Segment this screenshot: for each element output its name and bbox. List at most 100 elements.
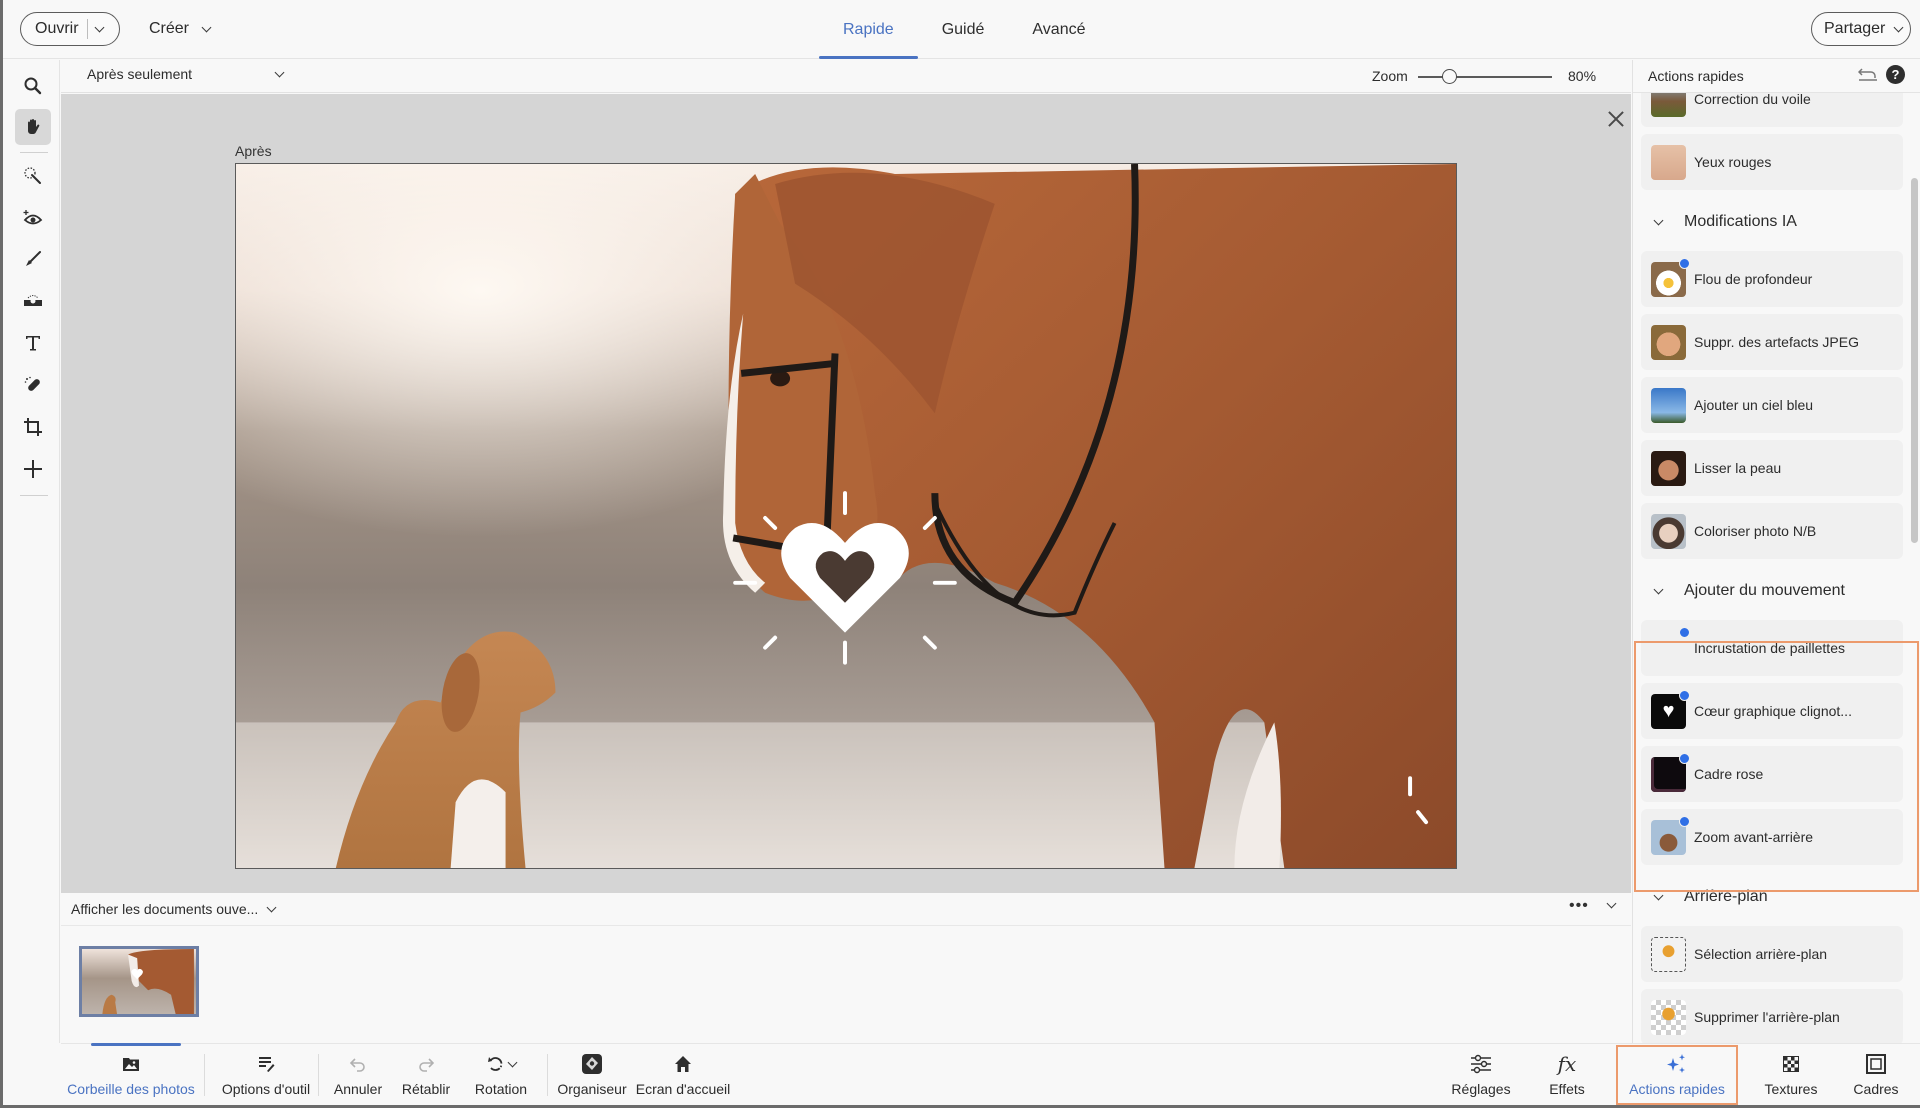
reset-icon[interactable] <box>1858 66 1878 82</box>
quick-action-sparkle-overlay[interactable]: Incrustation de paillettes <box>1641 620 1903 676</box>
quick-action-remove-background[interactable]: Supprimer l'arrière-plan <box>1641 989 1903 1043</box>
undo-button[interactable]: Annuler <box>328 1044 388 1106</box>
sliders-icon <box>1471 1054 1491 1074</box>
rotate-button[interactable]: Rotation <box>466 1044 536 1106</box>
quick-action-select-background[interactable]: Sélection arrière-plan <box>1641 926 1903 982</box>
quick-action-red-eye[interactable]: Yeux rouges <box>1641 134 1903 190</box>
bird-transparent-thumbnail <box>1651 999 1686 1035</box>
photoshop-elements-window: Ouvrir Créer Rapide Guidé Avancé Partage… <box>0 0 1920 1108</box>
bird-selection-thumbnail <box>1651 936 1686 972</box>
more-options-icon[interactable]: ••• <box>1569 897 1589 915</box>
spot-healing-tool[interactable] <box>15 367 51 403</box>
home-screen-button[interactable]: Ecran d'accueil <box>634 1044 732 1106</box>
whiten-teeth-tool[interactable] <box>15 241 51 277</box>
new-badge <box>1679 815 1690 827</box>
zoom-slider[interactable] <box>1418 69 1552 84</box>
view-options-bar: Après seulement Zoom 80% <box>61 60 1631 93</box>
chevron-down-icon[interactable] <box>94 22 105 32</box>
document-thumbnail[interactable] <box>79 946 199 1017</box>
tool-options-icon <box>259 1057 275 1072</box>
new-badge <box>1679 626 1690 638</box>
tab-rapide[interactable]: Rapide <box>819 0 918 59</box>
red-eye-tool[interactable] <box>15 200 51 236</box>
section-background[interactable]: Arrière-plan <box>1633 877 1903 917</box>
chevron-down-icon <box>1653 890 1664 900</box>
create-menu[interactable]: Créer <box>149 14 212 44</box>
section-ai-edits[interactable]: Modifications IA <box>1633 202 1903 242</box>
pink-frame-thumbnail <box>1651 752 1690 792</box>
hand-tool[interactable] <box>15 109 51 145</box>
quick-action-depth-blur[interactable]: Flou de profondeur <box>1641 251 1903 307</box>
chevron-down-icon[interactable] <box>507 1057 517 1067</box>
effects-button[interactable]: fx Effets <box>1537 1044 1597 1106</box>
straighten-tool[interactable] <box>15 283 51 319</box>
quick-action-label: Ajouter un ciel bleu <box>1694 397 1814 413</box>
quick-selection-tool[interactable] <box>15 158 51 194</box>
image-canvas[interactable]: Après <box>61 94 1631 893</box>
close-icon[interactable] <box>1607 110 1625 128</box>
quick-action-zoom-in-out[interactable]: Zoom avant-arrière <box>1641 809 1903 865</box>
quick-action-label: Yeux rouges <box>1694 154 1772 170</box>
view-label: Après <box>235 143 272 159</box>
frame-icon <box>1866 1054 1886 1074</box>
quick-action-label: Cadre rose <box>1694 766 1764 782</box>
divider <box>318 1054 319 1096</box>
edited-photo[interactable] <box>235 163 1457 869</box>
share-button[interactable]: Partager <box>1811 12 1911 46</box>
quick-action-label: Correction du voile <box>1694 91 1811 107</box>
tool-options-button[interactable]: Options d'outil <box>213 1044 319 1106</box>
quick-action-blue-sky[interactable]: Ajouter un ciel bleu <box>1641 377 1903 433</box>
help-icon[interactable]: ? <box>1886 65 1905 84</box>
photo-bin-button[interactable]: Corbeille des photos <box>66 1043 196 1106</box>
collapse-bin-icon[interactable] <box>1606 898 1617 909</box>
tool-divider <box>20 152 48 153</box>
adjustments-button[interactable]: Réglages <box>1446 1044 1516 1106</box>
vintage-portrait-thumbnail <box>1651 513 1686 549</box>
organizer-label: Organiseur <box>557 1081 627 1097</box>
quick-action-smooth-skin[interactable]: Lisser la peau <box>1641 440 1903 496</box>
new-badge <box>1679 689 1690 701</box>
quick-action-label: Lisser la peau <box>1694 460 1782 476</box>
open-button[interactable]: Ouvrir <box>20 12 120 46</box>
effects-label: Effets <box>1549 1081 1585 1097</box>
tab-avance[interactable]: Avancé <box>1008 0 1109 59</box>
view-mode-dropdown[interactable]: Après seulement <box>87 66 285 82</box>
redo-button[interactable]: Rétablir <box>396 1044 456 1106</box>
fx-icon: fx <box>1557 1052 1577 1076</box>
quick-action-colorize[interactable]: Coloriser photo N/B <box>1641 503 1903 559</box>
zoom-value: 80% <box>1568 68 1597 84</box>
zoom-slider-handle[interactable] <box>1441 69 1457 84</box>
textures-label: Textures <box>1764 1081 1818 1097</box>
search-icon <box>24 77 42 95</box>
tab-label: Rapide <box>843 20 894 38</box>
quick-action-label: Flou de profondeur <box>1694 271 1813 287</box>
panel-scrollbar[interactable] <box>1911 178 1918 543</box>
chevron-down-icon <box>1653 215 1664 225</box>
move-tool[interactable] <box>15 451 51 487</box>
crop-tool[interactable] <box>15 409 51 445</box>
magic-wand-icon <box>24 167 41 184</box>
section-title: Ajouter du mouvement <box>1684 582 1845 599</box>
section-add-motion[interactable]: Ajouter du mouvement <box>1633 571 1903 611</box>
zoom-tool[interactable] <box>15 68 51 104</box>
zoom-photo-thumbnail <box>1651 815 1690 855</box>
type-tool[interactable] <box>15 325 51 361</box>
woman-portrait-thumbnail <box>1651 450 1686 486</box>
textures-button[interactable]: Textures <box>1756 1044 1826 1106</box>
quick-action-blinking-heart[interactable]: ♥ Cœur graphique clignot... <box>1641 683 1903 739</box>
quick-actions-button[interactable]: Actions rapides <box>1616 1045 1738 1105</box>
organizer-button[interactable]: Organiseur <box>556 1044 628 1106</box>
photo-bin-header: Afficher les documents ouve... ••• <box>61 893 1631 926</box>
section-title: Modifications IA <box>1684 213 1797 230</box>
organizer-icon <box>582 1054 602 1074</box>
rotate-label: Rotation <box>474 1081 528 1097</box>
quick-action-jpeg-artifacts[interactable]: Suppr. des artefacts JPEG <box>1641 314 1903 370</box>
brush-icon <box>26 251 41 266</box>
undo-label: Annuler <box>333 1081 383 1097</box>
tab-label: Guidé <box>941 20 985 38</box>
tab-guide[interactable]: Guidé <box>918 0 1009 59</box>
tool-divider <box>20 495 48 496</box>
open-documents-dropdown[interactable]: Afficher les documents ouve... <box>71 901 277 917</box>
frames-button[interactable]: Cadres <box>1846 1044 1906 1106</box>
quick-action-pink-frame[interactable]: Cadre rose <box>1641 746 1903 802</box>
